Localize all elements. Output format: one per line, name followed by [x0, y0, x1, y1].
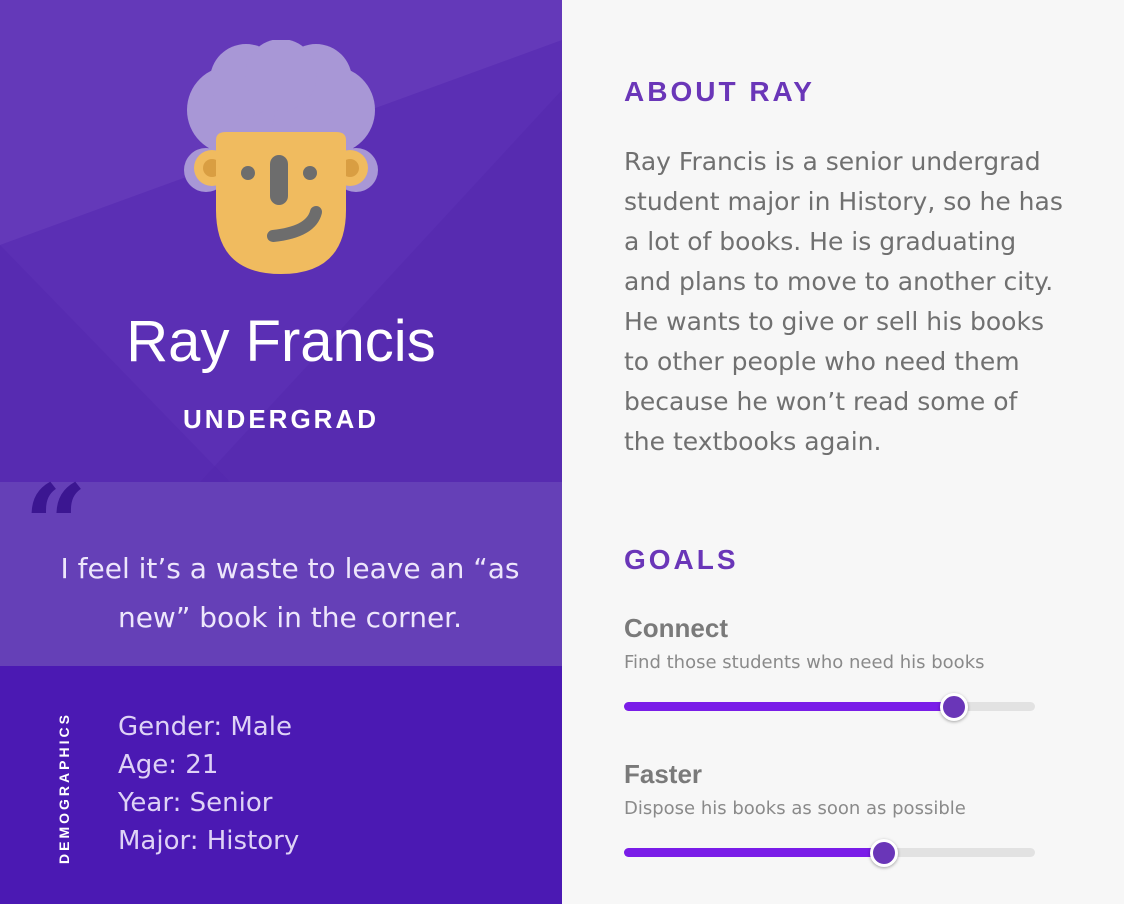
- goal-slider-connect[interactable]: [624, 693, 1035, 721]
- goal-desc-connect: Find those students who need his books: [624, 652, 985, 673]
- persona-header: Ray Francis UNDERGRAD: [0, 0, 562, 482]
- slider-thumb[interactable]: [869, 839, 898, 867]
- demographic-major: Major: History: [118, 826, 300, 856]
- goal-desc-faster: Dispose his books as soon as possible: [624, 798, 966, 819]
- slider-fill: [624, 848, 883, 857]
- goal-slider-faster[interactable]: [624, 839, 1035, 867]
- demographic-gender: Gender: Male: [118, 712, 292, 742]
- avatar: [184, 40, 378, 274]
- goal-title-faster: Faster: [624, 759, 703, 789]
- goal-title-connect: Connect: [624, 613, 728, 643]
- persona-name: Ray Francis: [126, 309, 436, 374]
- slider-fill: [624, 702, 953, 711]
- persona-role: UNDERGRAD: [183, 404, 379, 434]
- right-eye: [303, 166, 317, 180]
- left-eye: [241, 166, 255, 180]
- demographics-list: Gender: Male Age: 21 Year: Senior Major:…: [118, 708, 299, 860]
- demographic-age: Age: 21: [118, 750, 219, 780]
- details-panel: ABOUT RAY Ray Francis is a senior underg…: [562, 0, 1124, 904]
- demographic-year: Year: Senior: [118, 788, 273, 818]
- goals-heading: GOALS: [624, 544, 739, 575]
- about-heading: ABOUT RAY: [624, 76, 815, 107]
- nose: [270, 155, 288, 205]
- demographics-label: DEMOGRAPHICS: [56, 712, 72, 864]
- about-text: Ray Francis is a senior undergrad studen…: [624, 147, 1063, 456]
- persona-panel: Ray Francis UNDERGRAD “ I feel it’s a wa…: [0, 0, 562, 904]
- persona-quote: I feel it’s a waste to leave an “as new”…: [60, 552, 520, 634]
- slider-thumb[interactable]: [939, 693, 968, 721]
